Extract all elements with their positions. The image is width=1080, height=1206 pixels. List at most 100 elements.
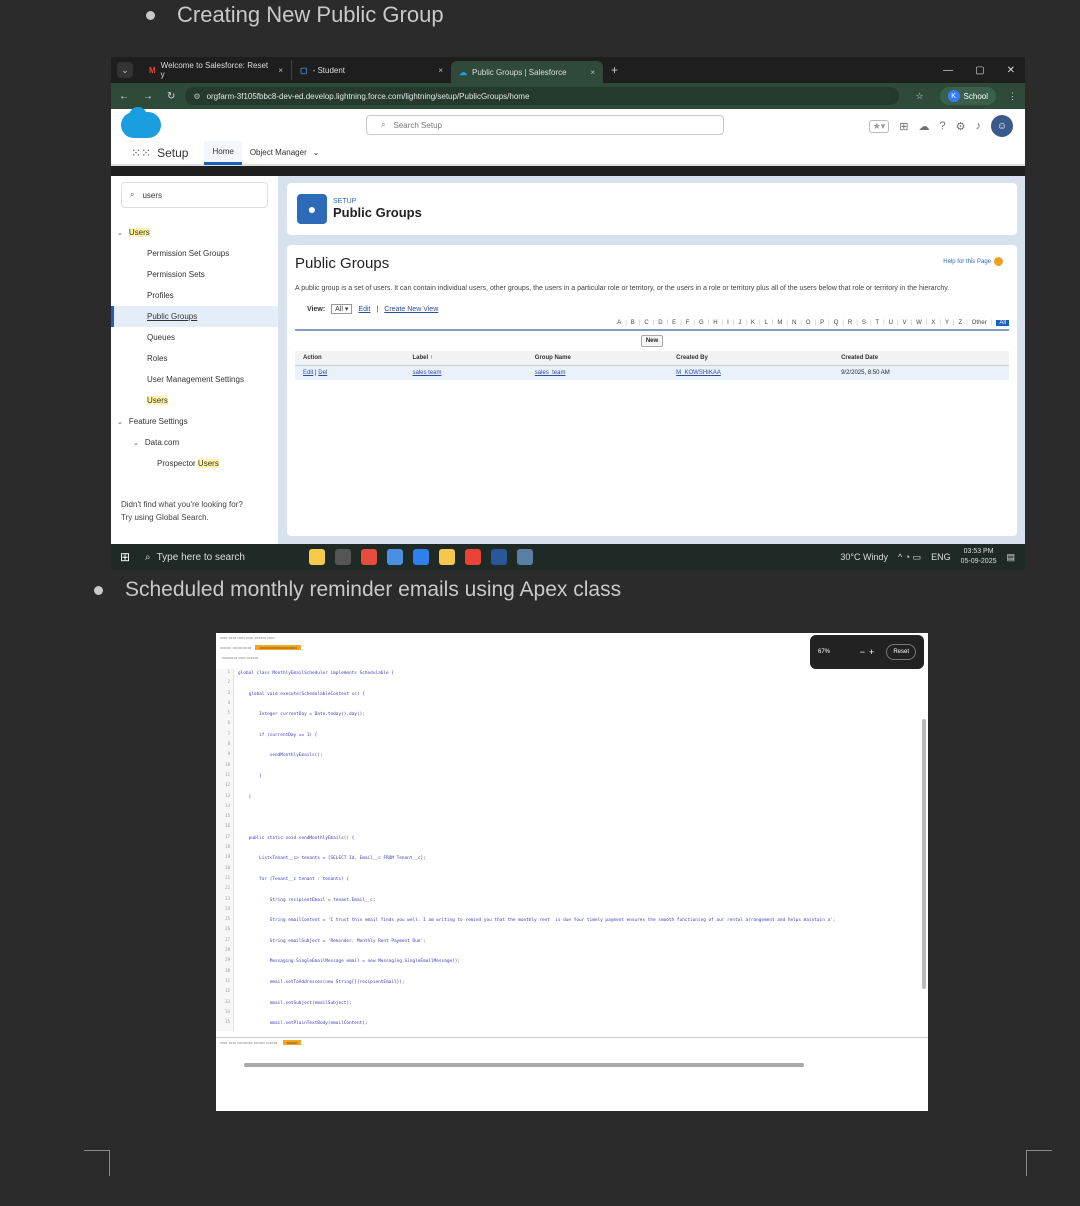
sidebar-item-roles[interactable]: Roles: [111, 348, 278, 369]
alpha-filter-letter[interactable]: X: [931, 320, 935, 326]
alpha-filter-letter[interactable]: M: [777, 320, 782, 326]
tab-search-icon[interactable]: ⌄: [117, 62, 133, 78]
zoom-reset-button[interactable]: Reset: [886, 644, 916, 660]
zoom-buttons[interactable]: −+: [860, 647, 879, 657]
weather-text[interactable]: 30°C Windy: [840, 552, 888, 562]
bookmark-star-icon[interactable]: ☆: [915, 91, 923, 102]
alpha-filter-letter[interactable]: S: [862, 320, 866, 326]
alpha-filter-letter[interactable]: F: [686, 320, 690, 326]
site-info-icon[interactable]: ⚙: [193, 92, 200, 101]
new-group-button[interactable]: New: [641, 335, 663, 347]
alpha-filter-letter[interactable]: T: [875, 320, 879, 326]
trailhead-icon[interactable]: ☁: [919, 120, 930, 133]
vertical-scrollbar[interactable]: [922, 719, 926, 989]
quick-find-input[interactable]: ⌕ users: [121, 182, 268, 208]
alpha-filter-letter[interactable]: K: [751, 320, 755, 326]
browser-tab-public-groups[interactable]: ☁ Public Groups | Salesforce ×: [451, 61, 603, 83]
menu-kebab-icon[interactable]: ⋮: [1008, 91, 1017, 102]
sidebar-item-permission-set-groups[interactable]: Permission Set Groups: [111, 243, 278, 264]
sidebar-item-user-management-settings[interactable]: User Management Settings: [111, 369, 278, 390]
alpha-filter-letter[interactable]: N: [792, 320, 796, 326]
panel-tab[interactable]: ▭▭ ▭▭ ▭▭▭▭ ▭▭▭ ▭▭▭: [220, 1040, 277, 1045]
tab-home[interactable]: Home: [204, 140, 242, 165]
sidebar-item-profiles[interactable]: Profiles: [111, 285, 278, 306]
bell-icon[interactable]: ♪: [976, 120, 982, 132]
folder-icon[interactable]: [439, 549, 455, 565]
alpha-filter-letter[interactable]: D: [658, 320, 662, 326]
language-indicator[interactable]: ENG: [931, 552, 951, 562]
profile-button[interactable]: K School: [939, 87, 996, 105]
app-icon[interactable]: [387, 549, 403, 565]
app-icon[interactable]: [361, 549, 377, 565]
reload-icon[interactable]: ↻: [167, 91, 175, 102]
gear-icon[interactable]: ⚙: [956, 120, 966, 133]
browser-tab-student[interactable]: ▢ - Student ×: [291, 60, 451, 80]
col-label[interactable]: Label ↑: [404, 351, 527, 366]
col-created-by[interactable]: Created By: [668, 351, 834, 366]
coverage-control[interactable]: ▭▭▭▭ ▭▭ ▭▭▭: [222, 655, 258, 660]
forward-icon[interactable]: →: [143, 91, 153, 102]
help-icon[interactable]: ?: [940, 120, 946, 132]
alpha-filter-all[interactable]: All: [996, 320, 1009, 326]
new-tab-button[interactable]: +: [611, 63, 618, 77]
alpha-filter-letter[interactable]: O: [806, 320, 811, 326]
alpha-filter-letter[interactable]: I: [727, 320, 729, 326]
tree-node-feature-settings[interactable]: ⌄ Feature Settings: [111, 411, 278, 432]
sidebar-item-public-groups[interactable]: Public Groups: [111, 306, 278, 327]
alpha-filter-letter[interactable]: Z: [959, 320, 963, 326]
windows-start-icon[interactable]: ⊞: [111, 550, 139, 564]
sidebar-item-users[interactable]: Users: [111, 390, 278, 411]
sidebar-item-permission-sets[interactable]: Permission Sets: [111, 264, 278, 285]
del-link[interactable]: Del: [318, 370, 327, 376]
close-icon[interactable]: ×: [430, 66, 443, 75]
group-label-link[interactable]: sales team: [412, 370, 441, 376]
alpha-filter-letter[interactable]: B: [631, 320, 635, 326]
app-icon[interactable]: [413, 549, 429, 565]
alpha-filter-letter[interactable]: L: [765, 320, 768, 326]
alpha-filter-letter[interactable]: R: [848, 320, 852, 326]
alpha-filter-letter[interactable]: E: [672, 320, 676, 326]
user-avatar[interactable]: ☺: [991, 115, 1013, 137]
chrome-icon[interactable]: [465, 549, 481, 565]
group-name-link[interactable]: sales_team: [535, 370, 566, 376]
sidebar-item-queues[interactable]: Queues: [111, 327, 278, 348]
view-select[interactable]: All ▾: [331, 304, 353, 314]
back-icon[interactable]: ←: [119, 91, 129, 102]
create-view-link[interactable]: Create New View: [384, 306, 438, 313]
alpha-filter-letter[interactable]: C: [644, 320, 648, 326]
add-icon[interactable]: ⊞: [899, 120, 908, 133]
tab-object-manager[interactable]: Object Manager ⌄: [242, 140, 328, 165]
alpha-filter-letter[interactable]: H: [713, 320, 717, 326]
edit-link[interactable]: Edit: [303, 370, 313, 376]
close-window-icon[interactable]: ✕: [1007, 65, 1015, 76]
notification-icon[interactable]: ▤: [1006, 552, 1015, 563]
setup-search-input[interactable]: ⌕ Search Setup: [366, 115, 724, 135]
address-bar[interactable]: ⚙ orgfarm-3f105fbbc8-dev-ed.develop.ligh…: [185, 87, 900, 105]
horizontal-scrollbar[interactable]: [244, 1063, 804, 1067]
alpha-filter-letter[interactable]: Q: [834, 320, 839, 326]
file-tab[interactable]: ▭▭▭ ▭▭▭▭▭: [220, 645, 251, 650]
maximize-icon[interactable]: ▢: [975, 65, 984, 76]
favorites-icon[interactable]: ★▾: [868, 119, 890, 133]
alpha-filter-letter[interactable]: A: [617, 320, 621, 326]
code-area[interactable]: global class MonthlyEmailScheduler imple…: [238, 671, 835, 1042]
minimize-icon[interactable]: —: [943, 65, 953, 76]
col-group-name[interactable]: Group Name: [526, 351, 669, 366]
created-by-link[interactable]: M_KOWSHIKAA: [676, 370, 721, 376]
tree-node-users[interactable]: ⌄ Users: [111, 222, 278, 243]
col-created-date[interactable]: Created Date: [833, 351, 1009, 366]
task-view-icon[interactable]: [335, 549, 351, 565]
alpha-filter-letter[interactable]: U: [889, 320, 893, 326]
file-tab-active[interactable]: ▭▭▭▭▭▭▭▭▭▭: [255, 644, 302, 650]
alpha-filter-letter[interactable]: G: [699, 320, 704, 326]
tree-node-data-com[interactable]: ⌄ Data.com: [111, 432, 278, 453]
alpha-filter-letter[interactable]: P: [820, 320, 824, 326]
salesforce-logo[interactable]: [121, 107, 161, 138]
app-launcher-icon[interactable]: ⁙⁙: [131, 146, 151, 160]
chrome-icon[interactable]: [517, 549, 533, 565]
tray-icons[interactable]: ^ ◔ ▭: [898, 552, 921, 563]
alpha-filter-letter[interactable]: Other: [972, 320, 987, 326]
code-editor[interactable]: 1 2 3 4 5 6 7 8 9 10 11 12 13 14 15 16 17 18 19 20 21 22 23 24 2…: [216, 669, 928, 1067]
alpha-filter-letter[interactable]: W: [916, 320, 922, 326]
browser-tab-gmail[interactable]: M Welcome to Salesforce: Reset y ×: [141, 60, 291, 80]
